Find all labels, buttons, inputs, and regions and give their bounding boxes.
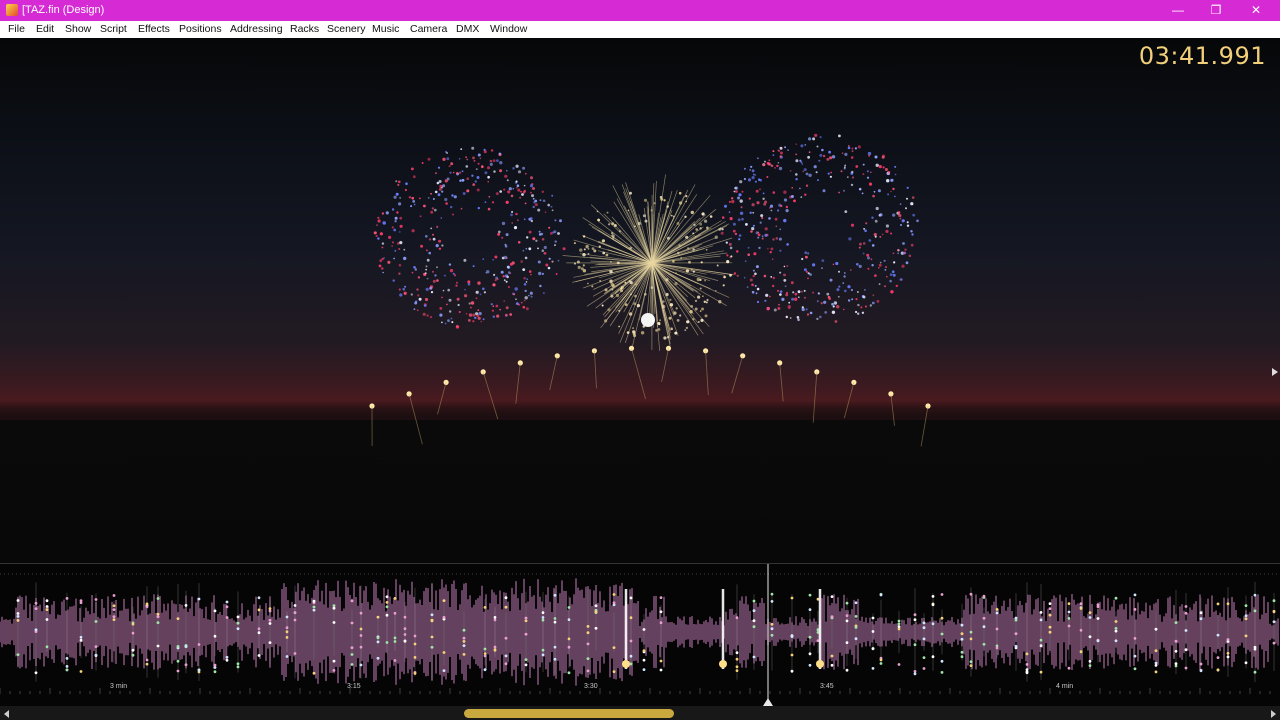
menu-file[interactable]: File — [8, 23, 25, 36]
menu-scenery[interactable]: Scenery — [327, 23, 366, 36]
tick-label-315: 3:15 — [347, 683, 361, 690]
tick-label-4min: 4 min — [1056, 683, 1074, 690]
panel-expand-icon[interactable] — [1272, 368, 1278, 376]
menu-show[interactable]: Show — [65, 23, 91, 36]
menu-music[interactable]: Music — [372, 23, 399, 36]
scroll-left-icon[interactable] — [4, 710, 9, 718]
timeline-panel[interactable]: 3 min 3:15 3:30 3:45 4 min — [0, 563, 1280, 720]
scroll-thumb[interactable] — [464, 709, 674, 718]
restore-button[interactable]: ❐ — [1196, 0, 1236, 21]
fireworks-scene — [0, 133, 1280, 447]
tick-label-345: 3:45 — [820, 683, 834, 690]
menu-racks[interactable]: Racks — [290, 23, 319, 36]
firework-burst-right — [720, 133, 919, 323]
menu-dmx[interactable]: DMX — [456, 23, 479, 36]
app-icon — [6, 4, 18, 16]
scroll-right-icon[interactable] — [1271, 710, 1276, 718]
title-bar[interactable]: [TAZ.fin (Design) — ❐ ✕ — [0, 0, 1280, 21]
timeline-scrollbar[interactable] — [0, 706, 1280, 720]
menu-camera[interactable]: Camera — [410, 23, 447, 36]
menu-effects[interactable]: Effects — [138, 23, 170, 36]
window-title: [TAZ.fin (Design) — [22, 4, 105, 16]
3d-preview-viewport[interactable]: 03:41.991 — [0, 38, 1280, 563]
menu-addressing[interactable]: Addressing — [230, 23, 283, 36]
tick-label-3min: 3 min — [110, 683, 128, 690]
minimize-button[interactable]: — — [1158, 0, 1198, 21]
comet-arc — [369, 345, 931, 447]
menu-edit[interactable]: Edit — [36, 23, 54, 36]
tick-label-330: 3:30 — [584, 683, 598, 690]
waveform-track[interactable] — [0, 564, 1280, 706]
firework-core-flash — [641, 313, 655, 327]
firework-burst-left — [373, 146, 566, 329]
menu-positions[interactable]: Positions — [179, 23, 222, 36]
close-button[interactable]: ✕ — [1236, 0, 1276, 21]
timecode-display: 03:41.991 — [1138, 42, 1266, 70]
menu-bar: File Edit Show Script Effects Positions … — [0, 21, 1280, 39]
menu-window[interactable]: Window — [490, 23, 527, 36]
menu-script[interactable]: Script — [100, 23, 127, 36]
